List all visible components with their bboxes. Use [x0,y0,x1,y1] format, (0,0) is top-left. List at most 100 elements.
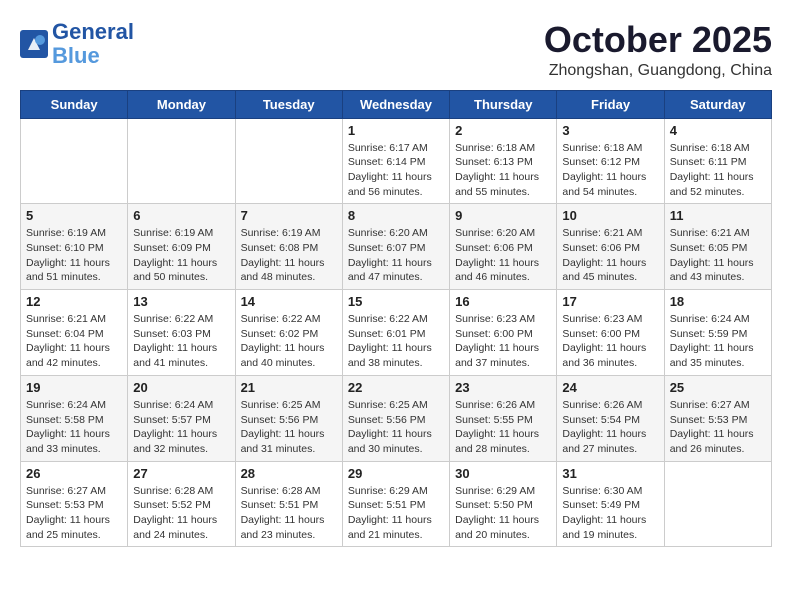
page-header: GeneralBlue October 2025 Zhongshan, Guan… [20,20,772,80]
day-info: Sunrise: 6:27 AM Sunset: 5:53 PM Dayligh… [26,484,122,543]
day-number: 29 [348,466,444,481]
calendar-cell: 6 Sunrise: 6:19 AM Sunset: 6:09 PM Daylig… [128,204,235,290]
day-number: 4 [670,123,766,138]
weekday-tuesday: Tuesday [235,90,342,118]
day-info: Sunrise: 6:25 AM Sunset: 5:56 PM Dayligh… [348,398,444,457]
weekday-saturday: Saturday [664,90,771,118]
calendar-cell: 7 Sunrise: 6:19 AM Sunset: 6:08 PM Daylig… [235,204,342,290]
day-info: Sunrise: 6:29 AM Sunset: 5:51 PM Dayligh… [348,484,444,543]
week-row-2: 5 Sunrise: 6:19 AM Sunset: 6:10 PM Daylig… [21,204,772,290]
weekday-monday: Monday [128,90,235,118]
calendar-cell: 16Sunrise: 6:23 AM Sunset: 6:00 PM Dayli… [450,290,557,376]
calendar-table: SundayMondayTuesdayWednesdayThursdayFrid… [20,90,772,548]
day-info: Sunrise: 6:18 AM Sunset: 6:13 PM Dayligh… [455,141,551,200]
day-number: 8 [348,208,444,223]
logo-text: GeneralBlue [52,20,134,68]
location: Zhongshan, Guangdong, China [544,62,772,80]
day-info: Sunrise: 6:27 AM Sunset: 5:53 PM Dayligh… [670,398,766,457]
day-info: Sunrise: 6:30 AM Sunset: 5:49 PM Dayligh… [562,484,658,543]
day-info: Sunrise: 6:19 AM Sunset: 6:10 PM Dayligh… [26,226,122,285]
weekday-wednesday: Wednesday [342,90,449,118]
calendar-cell: 22 Sunrise: 6:25 AM Sunset: 5:56 PM Dayli… [342,375,449,461]
week-row-5: 26 Sunrise: 6:27 AM Sunset: 5:53 PM Dayli… [21,461,772,547]
calendar-cell: 3Sunrise: 6:18 AM Sunset: 6:12 PM Daylig… [557,118,664,204]
day-info: Sunrise: 6:19 AM Sunset: 6:09 PM Dayligh… [133,226,229,285]
calendar-cell: 1Sunrise: 6:17 AM Sunset: 6:14 PM Daylig… [342,118,449,204]
calendar-cell: 31 Sunrise: 6:30 AM Sunset: 5:49 PM Dayli… [557,461,664,547]
calendar-cell: 27 Sunrise: 6:28 AM Sunset: 5:52 PM Dayli… [128,461,235,547]
calendar-cell: 26 Sunrise: 6:27 AM Sunset: 5:53 PM Dayli… [21,461,128,547]
day-number: 10 [562,208,658,223]
calendar-cell: 23 Sunrise: 6:26 AM Sunset: 5:55 PM Dayli… [450,375,557,461]
calendar-cell [128,118,235,204]
day-number: 31 [562,466,658,481]
day-info: Sunrise: 6:22 AM Sunset: 6:01 PM Dayligh… [348,312,444,371]
day-number: 28 [241,466,337,481]
day-info: Sunrise: 6:18 AM Sunset: 6:12 PM Dayligh… [562,141,658,200]
day-info: Sunrise: 6:20 AM Sunset: 6:06 PM Dayligh… [455,226,551,285]
day-number: 27 [133,466,229,481]
day-info: Sunrise: 6:26 AM Sunset: 5:55 PM Dayligh… [455,398,551,457]
day-number: 25 [670,380,766,395]
day-info: Sunrise: 6:24 AM Sunset: 5:57 PM Dayligh… [133,398,229,457]
day-info: Sunrise: 6:20 AM Sunset: 6:07 PM Dayligh… [348,226,444,285]
calendar-cell: 29 Sunrise: 6:29 AM Sunset: 5:51 PM Dayli… [342,461,449,547]
day-info: Sunrise: 6:21 AM Sunset: 6:04 PM Dayligh… [26,312,122,371]
day-info: Sunrise: 6:21 AM Sunset: 6:06 PM Dayligh… [562,226,658,285]
calendar-cell: 8 Sunrise: 6:20 AM Sunset: 6:07 PM Daylig… [342,204,449,290]
day-info: Sunrise: 6:17 AM Sunset: 6:14 PM Dayligh… [348,141,444,200]
calendar-cell: 11Sunrise: 6:21 AM Sunset: 6:05 PM Dayli… [664,204,771,290]
day-number: 20 [133,380,229,395]
day-info: Sunrise: 6:25 AM Sunset: 5:56 PM Dayligh… [241,398,337,457]
day-number: 26 [26,466,122,481]
day-number: 15 [348,294,444,309]
weekday-thursday: Thursday [450,90,557,118]
calendar-cell [235,118,342,204]
day-number: 6 [133,208,229,223]
calendar-cell: 10 Sunrise: 6:21 AM Sunset: 6:06 PM Dayli… [557,204,664,290]
day-info: Sunrise: 6:21 AM Sunset: 6:05 PM Dayligh… [670,226,766,285]
day-number: 13 [133,294,229,309]
calendar-cell: 21 Sunrise: 6:25 AM Sunset: 5:56 PM Dayli… [235,375,342,461]
month-title: October 2025 [544,20,772,60]
day-number: 14 [241,294,337,309]
weekday-sunday: Sunday [21,90,128,118]
calendar-cell: 12 Sunrise: 6:21 AM Sunset: 6:04 PM Dayli… [21,290,128,376]
day-info: Sunrise: 6:22 AM Sunset: 6:02 PM Dayligh… [241,312,337,371]
day-info: Sunrise: 6:24 AM Sunset: 5:58 PM Dayligh… [26,398,122,457]
day-number: 23 [455,380,551,395]
calendar-cell: 24Sunrise: 6:26 AM Sunset: 5:54 PM Dayli… [557,375,664,461]
logo: GeneralBlue [20,20,134,68]
calendar-cell: 30Sunrise: 6:29 AM Sunset: 5:50 PM Dayli… [450,461,557,547]
calendar-cell: 5 Sunrise: 6:19 AM Sunset: 6:10 PM Daylig… [21,204,128,290]
day-number: 24 [562,380,658,395]
calendar-cell: 19Sunrise: 6:24 AM Sunset: 5:58 PM Dayli… [21,375,128,461]
week-row-3: 12 Sunrise: 6:21 AM Sunset: 6:04 PM Dayli… [21,290,772,376]
day-info: Sunrise: 6:24 AM Sunset: 5:59 PM Dayligh… [670,312,766,371]
calendar-cell: 25 Sunrise: 6:27 AM Sunset: 5:53 PM Dayli… [664,375,771,461]
calendar-cell: 13 Sunrise: 6:22 AM Sunset: 6:03 PM Dayli… [128,290,235,376]
week-row-4: 19Sunrise: 6:24 AM Sunset: 5:58 PM Dayli… [21,375,772,461]
day-number: 12 [26,294,122,309]
day-number: 22 [348,380,444,395]
day-number: 17 [562,294,658,309]
day-info: Sunrise: 6:23 AM Sunset: 6:00 PM Dayligh… [562,312,658,371]
day-info: Sunrise: 6:28 AM Sunset: 5:52 PM Dayligh… [133,484,229,543]
logo-icon [20,30,48,58]
calendar-cell: 9 Sunrise: 6:20 AM Sunset: 6:06 PM Daylig… [450,204,557,290]
day-number: 16 [455,294,551,309]
weekday-friday: Friday [557,90,664,118]
day-number: 5 [26,208,122,223]
day-number: 9 [455,208,551,223]
day-info: Sunrise: 6:19 AM Sunset: 6:08 PM Dayligh… [241,226,337,285]
day-info: Sunrise: 6:22 AM Sunset: 6:03 PM Dayligh… [133,312,229,371]
day-number: 2 [455,123,551,138]
title-block: October 2025 Zhongshan, Guangdong, China [544,20,772,80]
calendar-cell: 4Sunrise: 6:18 AM Sunset: 6:11 PM Daylig… [664,118,771,204]
day-number: 21 [241,380,337,395]
day-number: 30 [455,466,551,481]
calendar-cell: 20 Sunrise: 6:24 AM Sunset: 5:57 PM Dayli… [128,375,235,461]
calendar-cell [21,118,128,204]
day-info: Sunrise: 6:28 AM Sunset: 5:51 PM Dayligh… [241,484,337,543]
day-number: 7 [241,208,337,223]
